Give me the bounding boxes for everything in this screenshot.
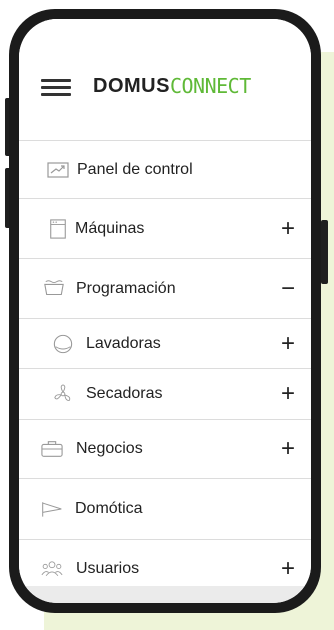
fan-icon	[54, 384, 71, 401]
machine-icon	[50, 218, 66, 239]
users-icon	[41, 561, 63, 577]
chart-icon	[47, 161, 69, 178]
circle-icon	[53, 334, 73, 353]
expand-icon[interactable]: +	[281, 382, 295, 406]
menu-item-lavadoras[interactable]: Lavadoras +	[19, 318, 311, 368]
menu-item-label: Lavadoras	[86, 334, 161, 352]
menu-item-programacion[interactable]: Programación −	[19, 258, 311, 318]
expand-icon[interactable]: +	[281, 557, 295, 581]
menu-item-label: Usuarios	[76, 560, 140, 577]
menu-item-label: Secadoras	[86, 385, 163, 402]
expand-icon[interactable]: +	[281, 331, 295, 356]
phone-frame: DOMUS CONNECT Panel de control Máquinas …	[9, 9, 321, 613]
side-menu: Panel de control Máquinas + Programación	[19, 140, 311, 598]
menu-item-secadoras[interactable]: Secadoras +	[19, 368, 311, 419]
logo-primary: DOMUS	[93, 74, 170, 97]
flag-icon	[42, 502, 62, 517]
briefcase-icon	[41, 441, 63, 457]
app-header: DOMUS CONNECT	[19, 19, 311, 140]
menu-item-label: Negocios	[76, 440, 143, 457]
expand-icon[interactable]: +	[281, 216, 295, 241]
hamburger-menu-icon[interactable]	[41, 79, 71, 97]
app-screen: DOMUS CONNECT Panel de control Máquinas …	[19, 19, 311, 603]
tub-icon	[44, 279, 64, 295]
menu-item-maquinas[interactable]: Máquinas +	[19, 198, 311, 258]
menu-item-domotica[interactable]: Domótica	[19, 478, 311, 539]
power-button	[321, 220, 328, 284]
bottom-area	[19, 586, 311, 603]
menu-item-label: Máquinas	[75, 219, 145, 237]
menu-item-label: Panel de control	[77, 160, 193, 178]
app-logo: DOMUS CONNECT	[93, 73, 251, 99]
menu-item-panel-de-control[interactable]: Panel de control	[19, 140, 311, 198]
collapse-icon[interactable]: −	[281, 276, 295, 301]
menu-item-label: Domótica	[75, 500, 143, 517]
logo-accent: CONNECT	[169, 74, 251, 98]
expand-icon[interactable]: +	[281, 437, 295, 461]
menu-item-negocios[interactable]: Negocios +	[19, 419, 311, 478]
menu-item-label: Programación	[76, 279, 176, 297]
